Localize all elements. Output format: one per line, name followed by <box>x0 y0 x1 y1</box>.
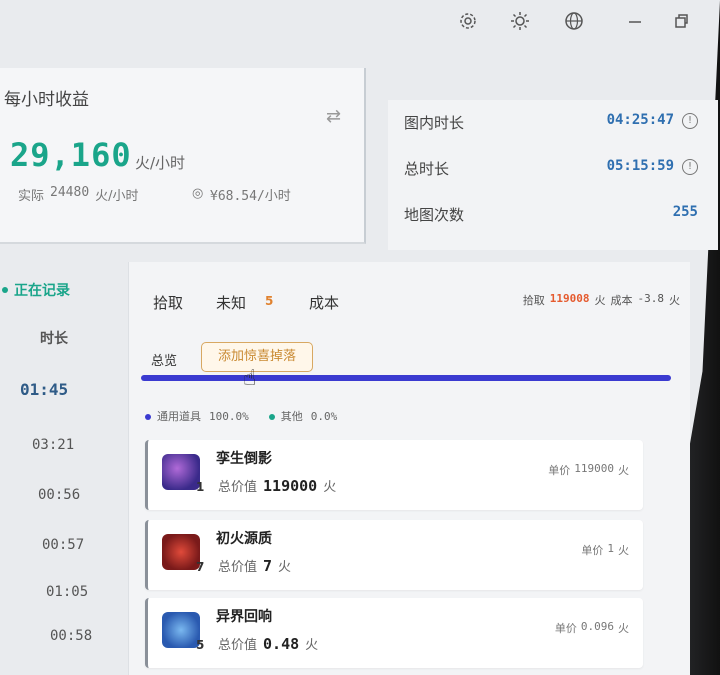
actual-rate-row: 实际 24480 火/小时 <box>18 185 139 204</box>
item-icon <box>162 612 200 648</box>
session-time-item[interactable]: 00:58 <box>50 628 92 644</box>
restore-icon[interactable] <box>668 8 694 34</box>
sun-icon[interactable] <box>507 8 533 34</box>
minimize-icon[interactable] <box>622 8 648 34</box>
item-unit-price: 单价 1 火 <box>581 542 629 557</box>
money-rate: ¥68.54/小时 <box>210 189 291 204</box>
legend-item: 通用道具 <box>145 408 201 424</box>
item-quantity: 7 <box>196 560 205 574</box>
drop-item-card[interactable]: 7 初火源质 总价值 7 火 单价 1 火 <box>145 520 643 590</box>
summary-cost-value: -3.8 <box>637 292 665 305</box>
in-map-label: 图内时长 <box>404 114 465 132</box>
info-icon[interactable]: ! <box>682 159 698 175</box>
item-unit-price: 单价 119000 火 <box>548 462 629 477</box>
session-time-item[interactable]: 00:56 <box>38 487 80 503</box>
item-total: 总价值 0.48 火 <box>218 635 319 653</box>
overview-tab[interactable]: 总览 <box>151 350 177 369</box>
item-quantity: 1 <box>196 480 205 494</box>
hand-cursor-icon: ☝ <box>243 366 257 391</box>
globe-icon[interactable] <box>561 8 587 34</box>
item-quantity: 5 <box>196 638 205 652</box>
session-time-item[interactable]: 00:57 <box>42 537 84 553</box>
drop-panel: 拾取 未知 5 成本 拾取 119008 火 成本 -3.8 火 总览 添加惊喜… <box>128 262 690 675</box>
eye-icon[interactable]: ◎ <box>192 186 203 201</box>
total-time-label: 总时长 <box>404 160 450 178</box>
item-total: 总价值 119000 火 <box>218 477 337 495</box>
session-time-item[interactable]: 01:05 <box>46 584 88 600</box>
actual-value: 24480 <box>50 185 90 200</box>
drop-item-card[interactable]: 1 孪生倒影 总价值 119000 火 单价 119000 火 <box>145 440 643 510</box>
title-bar <box>0 0 720 55</box>
unknown-count-badge: 5 <box>265 294 274 308</box>
actual-label: 实际 <box>18 189 45 204</box>
actual-unit: 火/小时 <box>95 189 139 204</box>
legend-value: 100.0% <box>209 409 249 423</box>
duration-header: 时长 <box>40 331 68 347</box>
gear-icon[interactable] <box>455 8 481 34</box>
legend-item: 其他 <box>268 408 303 424</box>
session-time-item[interactable]: 01:45 <box>20 380 68 399</box>
swap-icon[interactable]: ⇄ <box>326 106 341 127</box>
map-count-label: 地图次数 <box>404 206 465 224</box>
stat-total: 总时长 05:15:59 ! <box>388 158 698 188</box>
hourly-income-card: 每小时收益 ⇄ 29,160 火/小时 实际 24480 火/小时 ◎ ¥68.… <box>0 68 366 244</box>
drop-item-card[interactable]: 5 异界回响 总价值 0.48 火 单价 0.096 火 <box>145 598 643 668</box>
recording-status: 正在记录 <box>14 283 70 299</box>
legend-value: 0.0% <box>310 409 338 423</box>
summary-pick-unit: 火 <box>594 294 606 307</box>
recording-dot-icon <box>2 287 8 293</box>
total-time-value: 05:15:59 <box>606 158 674 174</box>
item-unit-price: 单价 0.096 火 <box>554 620 629 635</box>
hourly-rate-value: 29,160 <box>10 136 132 174</box>
summary-cost-label: 成本 <box>610 294 633 307</box>
hourly-income-title: 每小时收益 <box>4 90 89 110</box>
session-time-item[interactable]: 03:21 <box>32 437 74 453</box>
tab-unknown[interactable]: 未知 <box>216 292 246 313</box>
item-name: 异界回响 <box>216 609 272 625</box>
stat-in-map: 图内时长 04:25:47 ! <box>388 112 698 142</box>
stats-panel: 图内时长 04:25:47 ! 总时长 05:15:59 ! 地图次数 255 <box>388 100 718 250</box>
hourly-rate-unit: 火/小时 <box>135 154 186 172</box>
summary-cost-unit: 火 <box>669 294 680 307</box>
info-icon[interactable]: ! <box>682 113 698 129</box>
item-name: 孪生倒影 <box>216 451 272 467</box>
tab-cost[interactable]: 成本 <box>309 292 339 313</box>
summary-pick-label: 拾取 <box>522 294 545 307</box>
add-surprise-drop-button[interactable]: 添加惊喜掉落 <box>201 342 313 372</box>
item-icon <box>162 534 200 570</box>
category-legend: 通用道具 100.0% 其他 0.0% <box>145 408 337 424</box>
item-name: 初火源质 <box>216 531 272 547</box>
item-total: 总价值 7 火 <box>218 557 292 575</box>
summary-line: 拾取 119008 火 成本 -3.8 火 <box>523 292 680 308</box>
in-map-value: 04:25:47 <box>606 112 674 128</box>
stat-maps: 地图次数 255 <box>388 204 698 234</box>
session-list: 正在记录 时长 01:45 03:21 00:56 00:57 01:05 00… <box>0 262 130 675</box>
category-progress-bar <box>141 375 671 381</box>
tab-pickup[interactable]: 拾取 <box>153 292 183 313</box>
item-icon <box>162 454 200 490</box>
map-count-value: 255 <box>672 204 698 220</box>
summary-pick-value: 119008 <box>549 292 590 305</box>
